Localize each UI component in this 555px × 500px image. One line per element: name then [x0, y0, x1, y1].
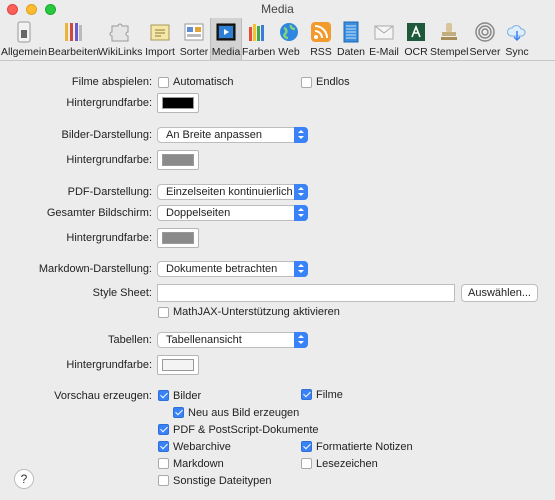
stamp-icon	[441, 23, 457, 40]
sorter-icon	[184, 23, 204, 41]
vorschau-filme-checkbox[interactable]	[301, 389, 312, 400]
tab-media[interactable]: Media	[210, 18, 242, 60]
tab-wikilinks[interactable]: WikiLinks	[98, 18, 142, 60]
tab-bearbeiten[interactable]: Bearbeiten	[48, 18, 99, 60]
puzzle-icon	[109, 23, 129, 42]
switch-icon	[17, 21, 31, 43]
tabellen-bg-label: Hintergrundfarbe:	[66, 359, 152, 371]
tabellen-label: Tabellen:	[107, 334, 152, 346]
markdown-popup[interactable]: Dokumente betrachten	[157, 261, 308, 277]
tab-import[interactable]: Import	[142, 18, 178, 60]
tab-ocr[interactable]: OCR	[402, 18, 430, 60]
neu-aus-bild-label: Neu aus Bild erzeugen	[188, 407, 300, 419]
vorschau-bilder-label: Bilder	[173, 390, 202, 402]
markdown-vorschau-checkbox[interactable]	[158, 458, 169, 469]
minimize-window-button[interactable]	[26, 4, 37, 15]
tab-rss[interactable]: RSS	[306, 18, 336, 60]
markdown-popup-value: Dokumente betrachten	[166, 263, 278, 275]
lesezeichen-checkbox[interactable]	[301, 458, 312, 469]
pdf-popup-value: Einzelseiten kontinuierlich	[166, 186, 293, 198]
pencils-icon	[65, 23, 82, 41]
markdown-label: Markdown-Darstellung:	[38, 263, 152, 275]
fullscreen-popup-value: Doppelseiten	[166, 207, 231, 219]
globe-icon	[280, 23, 298, 41]
envelope-icon	[374, 25, 394, 40]
tab-farben[interactable]: Farben	[242, 18, 275, 60]
data-icon	[343, 21, 359, 43]
tab-sync[interactable]: Sync	[502, 18, 532, 60]
pdf-popup[interactable]: Einzelseiten kontinuierlich	[157, 184, 308, 200]
stylesheet-label: Style Sheet:	[92, 287, 152, 299]
tabellen-bg-color-well[interactable]	[157, 355, 199, 375]
tab-allgemein[interactable]: Allgemein	[0, 18, 48, 60]
popup-arrows-icon	[294, 261, 308, 277]
vorschau-bilder-checkbox[interactable]	[158, 390, 169, 401]
filme-bg-color-well[interactable]	[157, 93, 199, 113]
vorschau-filme-label: Filme	[316, 389, 343, 401]
popup-arrows-icon	[294, 332, 308, 348]
title-bar: Media	[0, 0, 555, 18]
webarchive-checkbox[interactable]	[158, 441, 169, 452]
mathjax-label: MathJAX-Unterstützung aktivieren	[173, 306, 340, 318]
bilder-bg-label: Hintergrundfarbe:	[66, 154, 152, 166]
automatisch-label: Automatisch	[173, 76, 234, 88]
zoom-window-button[interactable]	[45, 4, 56, 15]
endlos-checkbox[interactable]	[301, 77, 312, 88]
import-icon	[150, 24, 170, 41]
tab-server[interactable]: Server	[468, 18, 502, 60]
stylesheet-input[interactable]	[157, 284, 455, 302]
markdown-vorschau-label: Markdown	[173, 458, 224, 470]
tab-web[interactable]: Web	[272, 18, 306, 60]
pdf-bg-label: Hintergrundfarbe:	[66, 232, 152, 244]
rss-icon	[311, 22, 331, 42]
preferences-toolbar: Allgemein Bearbeiten WikiLinks Import So…	[0, 18, 555, 61]
ocr-icon	[407, 23, 425, 41]
formatierte-notizen-label: Formatierte Notizen	[316, 441, 413, 453]
pdf-label: PDF-Darstellung:	[67, 186, 152, 198]
tab-stempel[interactable]: Stempel	[430, 18, 469, 60]
bilder-popup[interactable]: An Breite anpassen	[157, 127, 308, 143]
endlos-label: Endlos	[316, 76, 350, 88]
fullscreen-popup[interactable]: Doppelseiten	[157, 205, 308, 221]
filme-label: Filme abspielen:	[71, 76, 152, 88]
choose-stylesheet-button[interactable]: Auswählen...	[461, 284, 538, 302]
tab-sorter[interactable]: Sorter	[178, 18, 210, 60]
sonstige-dateitypen-checkbox[interactable]	[158, 475, 169, 486]
neu-aus-bild-checkbox[interactable]	[173, 407, 184, 418]
crayons-icon	[249, 24, 264, 41]
mathjax-checkbox[interactable]	[158, 307, 169, 318]
fullscreen-label: Gesamter Bildschirm:	[46, 207, 152, 219]
tab-daten[interactable]: Daten	[336, 18, 366, 60]
close-window-button[interactable]	[7, 4, 18, 15]
lesezeichen-label: Lesezeichen	[316, 458, 378, 470]
tabellen-popup-value: Tabellenansicht	[166, 334, 242, 346]
pdf-bg-color-well[interactable]	[157, 228, 199, 248]
help-button[interactable]: ?	[14, 469, 34, 489]
media-icon	[216, 23, 236, 41]
webarchive-label: Webarchive	[173, 441, 231, 453]
sonstige-dateitypen-label: Sonstige Dateitypen	[173, 475, 272, 487]
filme-bg-label: Hintergrundfarbe:	[66, 97, 152, 109]
bilder-label: Bilder-Darstellung:	[61, 129, 152, 141]
popup-arrows-icon	[294, 184, 308, 200]
server-icon	[475, 22, 495, 42]
window-title: Media	[261, 2, 294, 16]
tab-email[interactable]: E-Mail	[366, 18, 402, 60]
tabellen-popup[interactable]: Tabellenansicht	[157, 332, 308, 348]
bilder-bg-color-well[interactable]	[157, 150, 199, 170]
cloud-sync-icon	[507, 25, 526, 42]
pdf-postscript-label: PDF & PostScript-Dokumente	[173, 424, 319, 436]
vorschau-label: Vorschau erzeugen:	[54, 390, 152, 402]
formatierte-notizen-checkbox[interactable]	[301, 441, 312, 452]
popup-arrows-icon	[294, 205, 308, 221]
popup-arrows-icon	[294, 127, 308, 143]
pdf-postscript-checkbox[interactable]	[158, 424, 169, 435]
bilder-popup-value: An Breite anpassen	[166, 129, 263, 141]
automatisch-checkbox[interactable]	[158, 77, 169, 88]
